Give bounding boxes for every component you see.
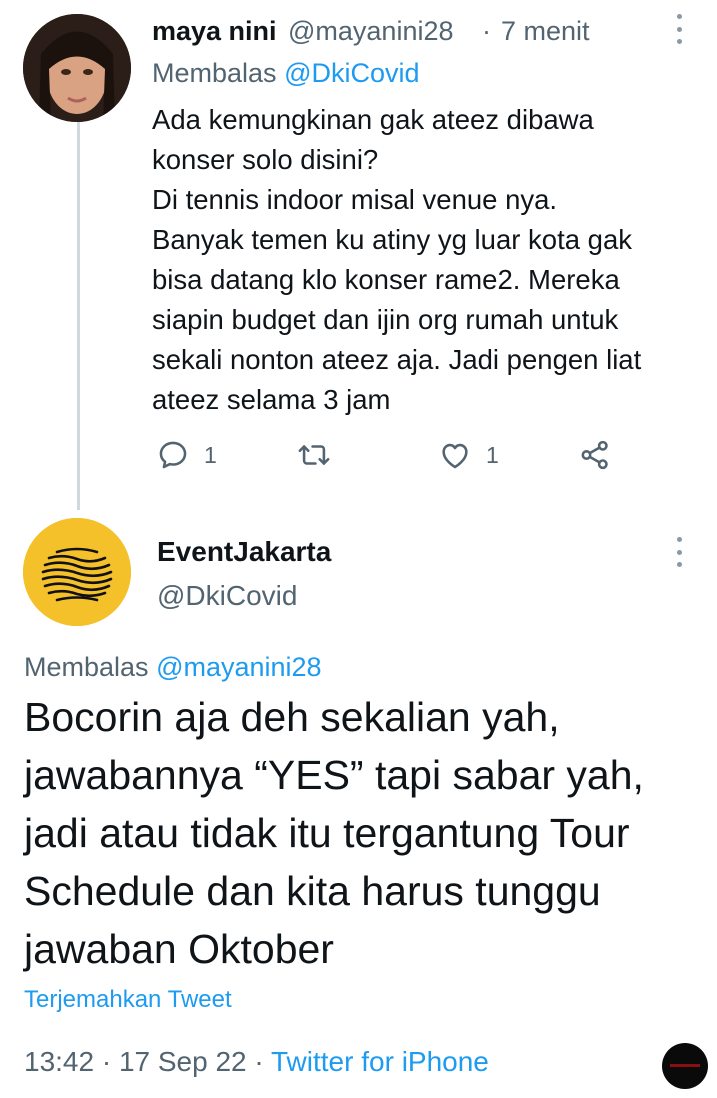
reply-more-menu-icon[interactable] [673,14,685,44]
main-tweet-text: Bocorin aja deh sekalian yah, jawabannya… [24,688,644,978]
replying-to-mention[interactable]: @DkiCovid [284,58,419,88]
main-text-line: Bocorin aja deh sekalian yah, [24,694,560,740]
reply-tweet-text: Ada kemungkinan gak ateez dibawa konser … [152,100,692,420]
watermark-badge-icon [662,1043,708,1089]
retweet-icon [298,445,330,465]
comment-bubble-icon [159,441,187,469]
reply-count: 1 [204,441,217,468]
reply-text-line: siapin budget dan ijin org rumah untuk [152,304,619,335]
like-count: 1 [486,441,499,468]
main-text-line: jawabannya “YES” tapi sabar yah, [24,752,644,798]
replying-prefix: Membalas [152,58,277,88]
main-author-handle[interactable]: @DkiCovid [157,579,297,613]
main-text-line: jadi atau tidak itu tergantung Tour [24,810,630,856]
main-text-line: jawaban Oktober [24,926,334,972]
translate-tweet-link[interactable]: Terjemahkan Tweet [24,985,232,1015]
retweet-button[interactable] [297,434,331,476]
heart-icon [442,443,468,469]
reply-text-line: konser solo disini? [152,144,379,175]
main-text-line: Schedule dan kita harus tunggu [24,868,601,914]
reply-text-line: Ada kemungkinan gak ateez dibawa [152,104,594,135]
tweet-timestamp-row: 13:42 · 17 Sep 22 · Twitter for iPhone [24,1045,489,1079]
avatar-photo-image [23,14,131,122]
avatar-eventjakarta[interactable] [23,518,131,626]
avatar-maya-nini[interactable] [23,14,131,122]
main-replying-to: Membalas @mayanini28 [24,650,322,684]
replying-to-mention[interactable]: @mayanini28 [156,652,322,682]
reply-action-bar: 1 1 [152,434,622,476]
reply-text-line: ateez selama 3 jam [152,384,391,415]
reply-author-handle[interactable]: @mayanini28 [288,14,454,48]
share-button[interactable] [578,434,612,476]
main-author-name[interactable]: EventJakarta [157,535,331,569]
thread-connector-line [77,122,80,510]
reply-text-line: Banyak temen ku atiny yg luar kota gak [152,224,632,255]
like-button[interactable]: 1 [438,434,499,476]
reply-text-line: sekali nonton ateez aja. Jadi pengen lia… [152,344,642,375]
logo-wave-lines-image [23,518,131,626]
main-more-menu-icon[interactable] [673,537,685,567]
tweet-source-link[interactable]: Twitter for iPhone [271,1046,489,1077]
reply-text-line: bisa datang klo konser rame2. Mereka [152,264,620,295]
reply-time-ago[interactable]: 7 menit [501,14,590,48]
meta-separator: · [482,16,491,46]
share-icon [581,440,608,470]
reply-author-name[interactable]: maya nini [152,14,277,48]
tweet-timestamp[interactable]: 13:42 · 17 Sep 22 · [24,1046,271,1077]
reply-button[interactable]: 1 [156,434,217,476]
reply-replying-to: Membalas @DkiCovid [152,56,420,90]
reply-text-line: Di tennis indoor misal venue nya. [152,184,558,215]
replying-prefix: Membalas [24,652,149,682]
